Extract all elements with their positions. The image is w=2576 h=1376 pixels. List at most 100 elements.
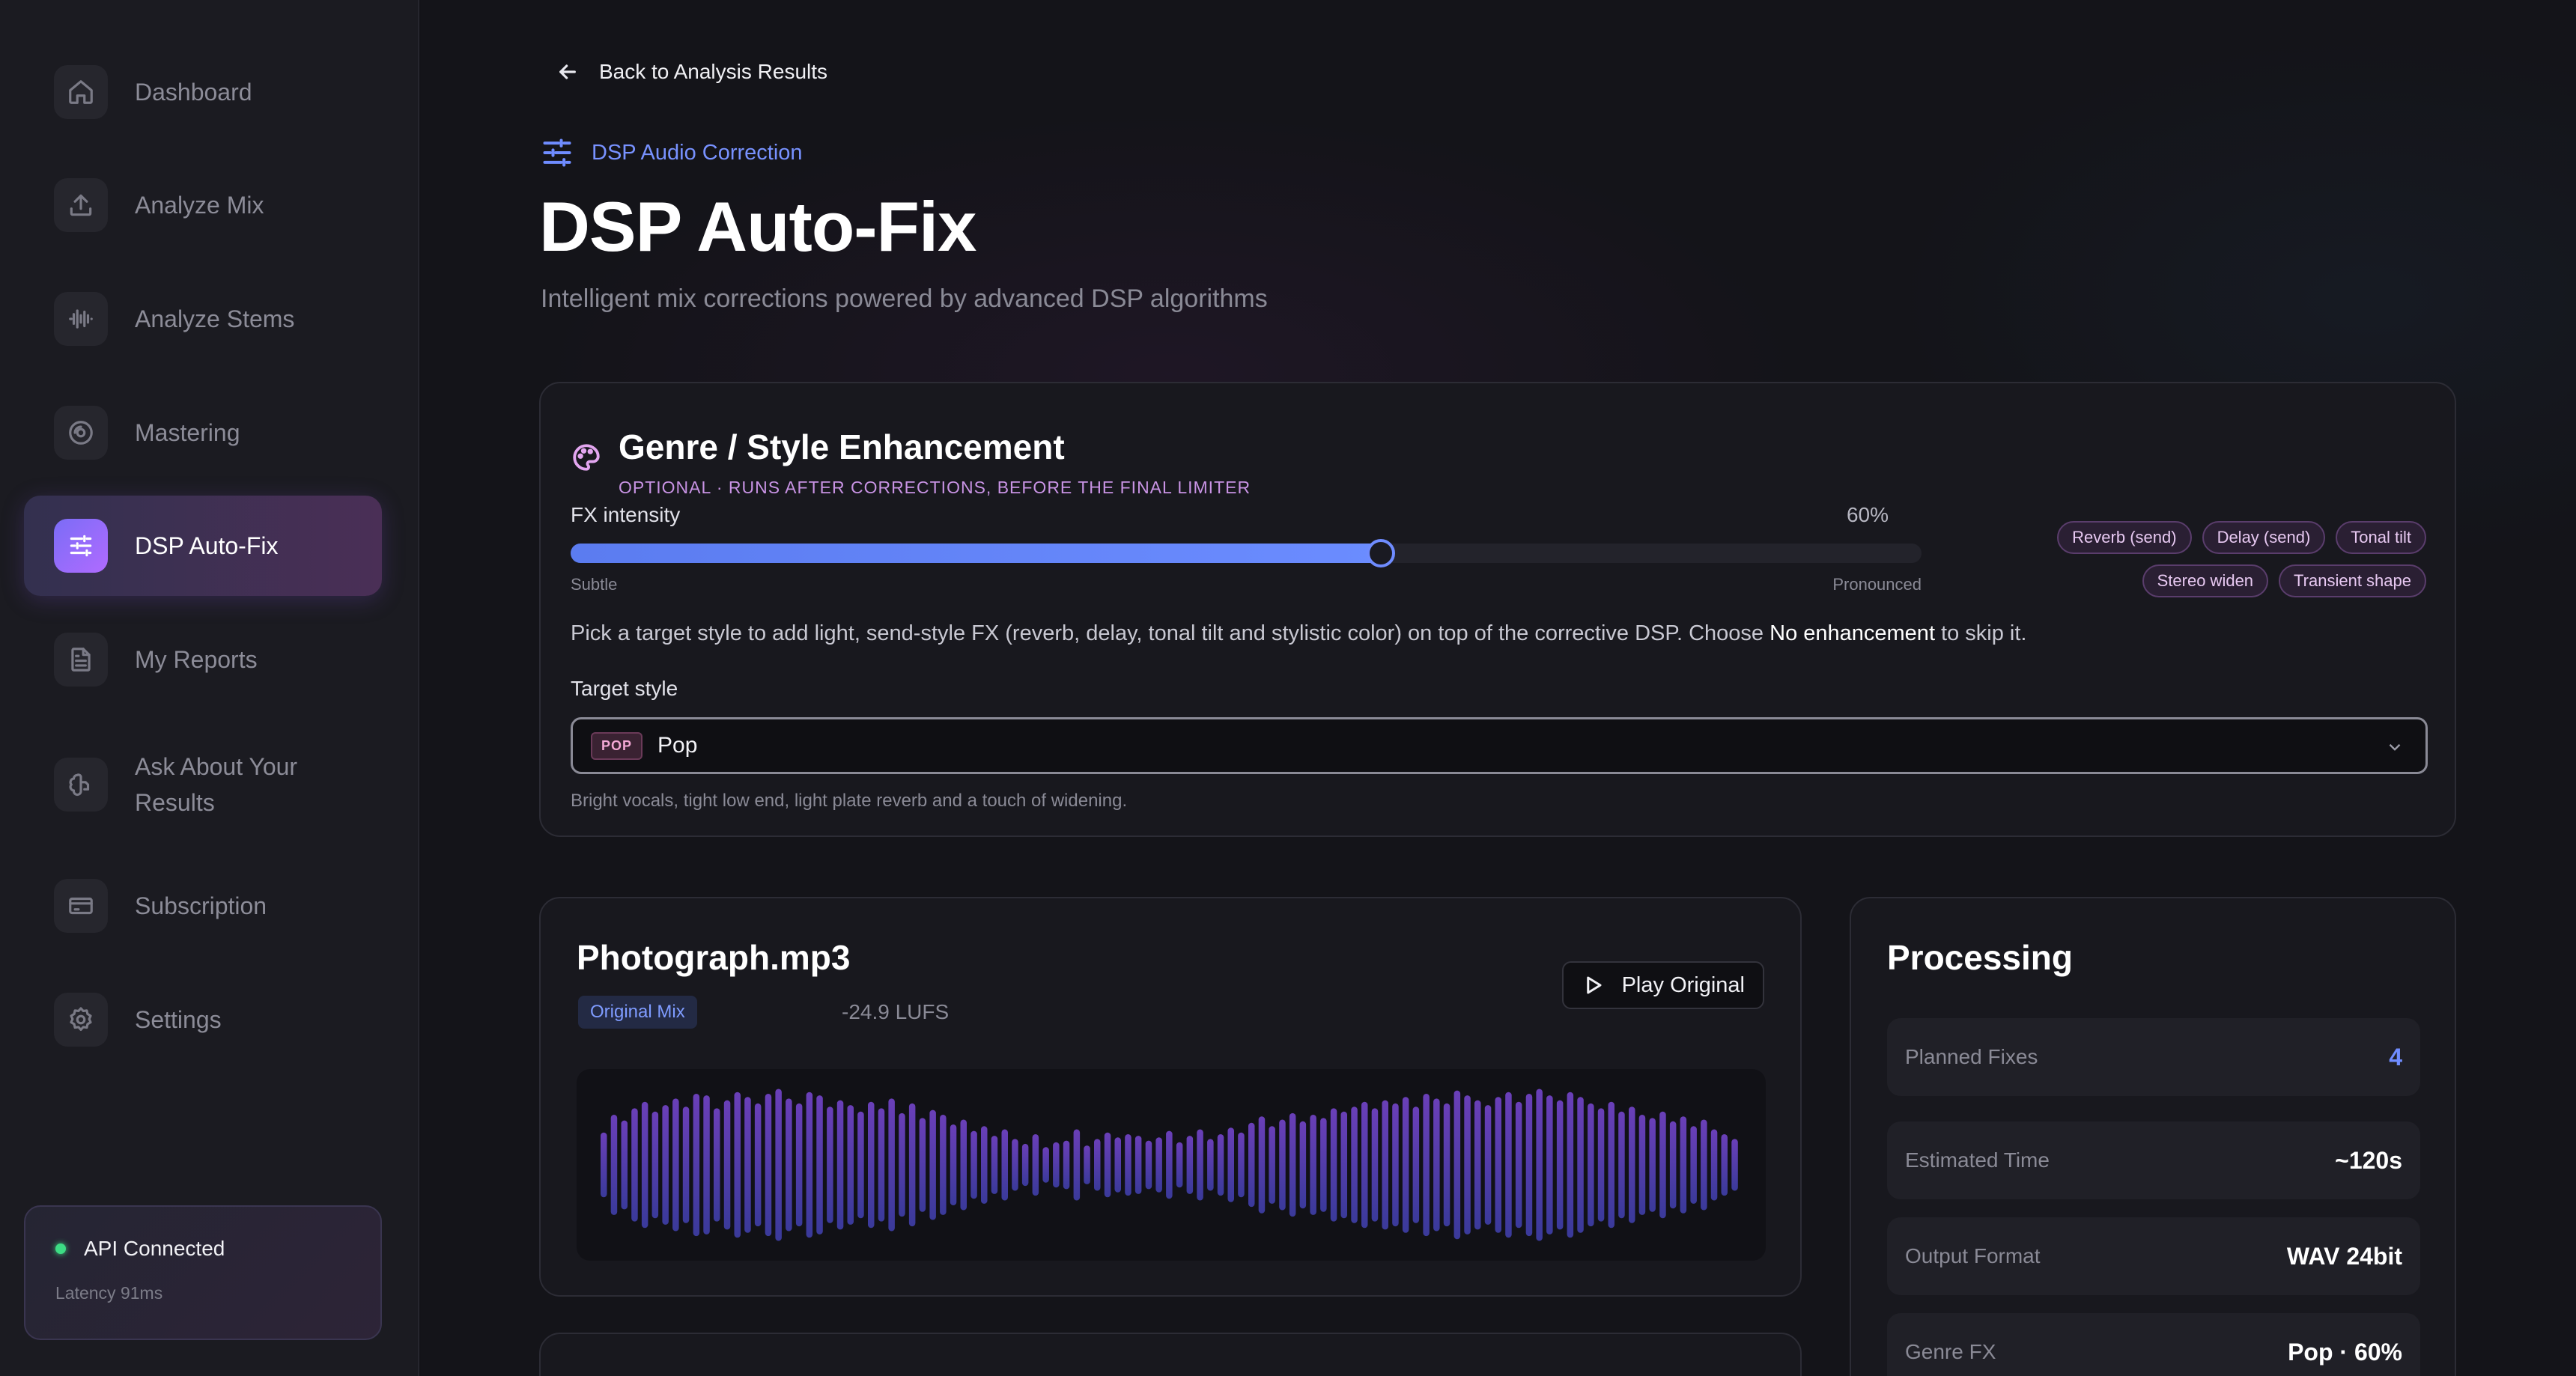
waveform-bar bbox=[1145, 1140, 1152, 1190]
sidebar-item-label: Dashboard bbox=[135, 79, 252, 106]
sidebar-item-subscription[interactable]: Subscription bbox=[24, 856, 382, 956]
waveform-bar bbox=[1710, 1129, 1718, 1201]
waveform-bar bbox=[1021, 1143, 1029, 1187]
waveform-bar bbox=[1474, 1100, 1481, 1230]
sidebar-item-label: Ask About Your Results bbox=[135, 753, 298, 816]
sidebar-item-dashboard[interactable]: Dashboard bbox=[24, 42, 382, 142]
sidebar-item-analyze-mix[interactable]: Analyze Mix bbox=[24, 155, 382, 255]
processing-row-output-format: Output Format WAV 24bit bbox=[1887, 1217, 2420, 1295]
waveform-bar bbox=[1629, 1106, 1635, 1223]
waveform-bar bbox=[1217, 1134, 1224, 1196]
main-content: Back to Analysis Results DSP Audio Corre… bbox=[421, 0, 2576, 1376]
waveform-bar bbox=[1597, 1108, 1605, 1222]
waveform-bar bbox=[601, 1132, 607, 1198]
waveform-bar bbox=[1423, 1094, 1430, 1237]
waveform-bar bbox=[1351, 1106, 1358, 1223]
waveform-bar bbox=[703, 1095, 710, 1235]
waveform-bar bbox=[1382, 1100, 1388, 1230]
upload-icon bbox=[54, 178, 108, 232]
processing-key: Planned Fixes bbox=[1905, 1045, 2038, 1068]
waveform-bar bbox=[1310, 1115, 1316, 1215]
waveform-bar bbox=[1701, 1119, 1707, 1211]
back-to-results-link[interactable]: Back to Analysis Results bbox=[556, 60, 827, 84]
track-lufs: -24.9 LUFS bbox=[842, 1000, 950, 1023]
chevron-down-icon bbox=[2389, 743, 2401, 751]
waveform-bar bbox=[929, 1109, 936, 1220]
waveform-bar bbox=[1227, 1127, 1234, 1202]
processing-row-planned-fixes: Planned Fixes 4 bbox=[1887, 1018, 2420, 1096]
waveform-bar bbox=[1690, 1126, 1697, 1204]
waveform-bar bbox=[1453, 1090, 1461, 1240]
target-style-label: Target style bbox=[571, 677, 678, 700]
waveform-bar bbox=[1588, 1103, 1594, 1227]
fx-intensity-value: 60% bbox=[1846, 503, 1889, 526]
waveform-bar bbox=[878, 1108, 885, 1222]
sidebar-item-label: My Reports bbox=[135, 646, 258, 673]
api-status-text: API Connected bbox=[84, 1237, 225, 1260]
waveform-bar bbox=[1340, 1111, 1347, 1219]
waveform-bar bbox=[744, 1097, 751, 1233]
sidebar-item-mastering[interactable]: Mastering bbox=[24, 383, 382, 483]
sidebar-item-settings[interactable]: Settings bbox=[24, 969, 382, 1070]
sidebar-item-label: DSP Auto-Fix bbox=[135, 532, 279, 559]
sidebar-item-label: Analyze Mix bbox=[135, 192, 264, 219]
waveform-bar bbox=[960, 1119, 967, 1211]
waveform-bar bbox=[662, 1105, 669, 1225]
genre-description: Pick a target style to add light, send-s… bbox=[571, 621, 2027, 646]
waveform-bar bbox=[1577, 1097, 1584, 1233]
waveform-bar bbox=[1464, 1095, 1471, 1235]
waveform-bar bbox=[765, 1094, 772, 1237]
waveform-bar bbox=[908, 1103, 916, 1227]
palette-icon bbox=[571, 419, 602, 477]
slider-thumb[interactable] bbox=[1367, 539, 1396, 567]
track-file-name: Photograph.mp3 bbox=[577, 938, 851, 977]
waveform-bar bbox=[1279, 1119, 1286, 1211]
genre-card-eyebrow: OPTIONAL · RUNS AFTER CORRECTIONS, BEFOR… bbox=[619, 478, 1251, 497]
slider-fill bbox=[571, 544, 1382, 563]
sidebar-item-my-reports[interactable]: My Reports bbox=[24, 609, 382, 710]
track-card: Photograph.mp3 Original Mix -24.9 LUFS P… bbox=[539, 897, 1802, 1297]
target-style-select[interactable]: POP Pop bbox=[571, 717, 2428, 774]
waveform-bar bbox=[714, 1108, 720, 1222]
waveform-bar bbox=[888, 1098, 895, 1232]
fx-intensity-label: FX intensity bbox=[571, 503, 681, 526]
slider-min-label: Subtle bbox=[571, 575, 618, 594]
waveform-bar bbox=[1320, 1118, 1327, 1212]
play-original-button[interactable]: Play Original bbox=[1561, 961, 1764, 1009]
waveform-bar bbox=[1638, 1115, 1646, 1215]
waveform-bar bbox=[970, 1130, 977, 1199]
waveform-bar bbox=[1680, 1116, 1687, 1214]
sidebar: Dashboard Analyze Mix Analyze Stems Mast… bbox=[0, 0, 419, 1376]
waveform-bar bbox=[1299, 1121, 1307, 1209]
processing-card: Processing Planned Fixes 4 Estimated Tim… bbox=[1850, 897, 2456, 1376]
play-icon bbox=[1586, 976, 1602, 994]
sidebar-item-dsp-auto-fix[interactable]: DSP Auto-Fix bbox=[24, 496, 382, 596]
waveform-bar bbox=[991, 1136, 998, 1194]
waveform-bar bbox=[1104, 1132, 1111, 1198]
waveform-bar bbox=[621, 1120, 628, 1210]
next-card bbox=[539, 1333, 1802, 1376]
waveform-bar bbox=[868, 1101, 875, 1229]
waveform-bar bbox=[1134, 1136, 1142, 1194]
waveform-bar bbox=[1412, 1106, 1420, 1223]
sidebar-item-ask-about-results[interactable]: Ask About Your Results bbox=[24, 732, 382, 837]
waveform-bar bbox=[1207, 1139, 1214, 1191]
fx-chip-stereo-widen: Stereo widen bbox=[2142, 564, 2269, 597]
waveform-bar bbox=[610, 1115, 618, 1215]
fx-intensity-slider[interactable] bbox=[571, 539, 1922, 567]
page-eyebrow: DSP Audio Correction bbox=[541, 136, 803, 169]
waveform[interactable] bbox=[577, 1069, 1766, 1261]
processing-row-genre-fx: Genre FX Pop · 60% bbox=[1887, 1313, 2420, 1376]
selected-style-value: Pop bbox=[657, 733, 698, 758]
waveform-bar bbox=[1505, 1092, 1512, 1238]
genre-description-text: Pick a target style to add light, send-s… bbox=[571, 621, 1770, 645]
genre-card-header: Genre / Style Enhancement OPTIONAL · RUN… bbox=[571, 419, 1251, 498]
waveform-bar bbox=[919, 1118, 926, 1212]
sidebar-item-analyze-stems[interactable]: Analyze Stems bbox=[24, 269, 382, 369]
processing-value: ~120s bbox=[2335, 1146, 2402, 1174]
waveform-bar bbox=[950, 1124, 957, 1205]
waveform-bar bbox=[940, 1115, 947, 1215]
api-status-card: API Connected Latency 91ms bbox=[24, 1205, 382, 1340]
genre-card-title: Genre / Style Enhancement bbox=[619, 427, 1065, 466]
waveform-bar bbox=[1371, 1108, 1379, 1222]
